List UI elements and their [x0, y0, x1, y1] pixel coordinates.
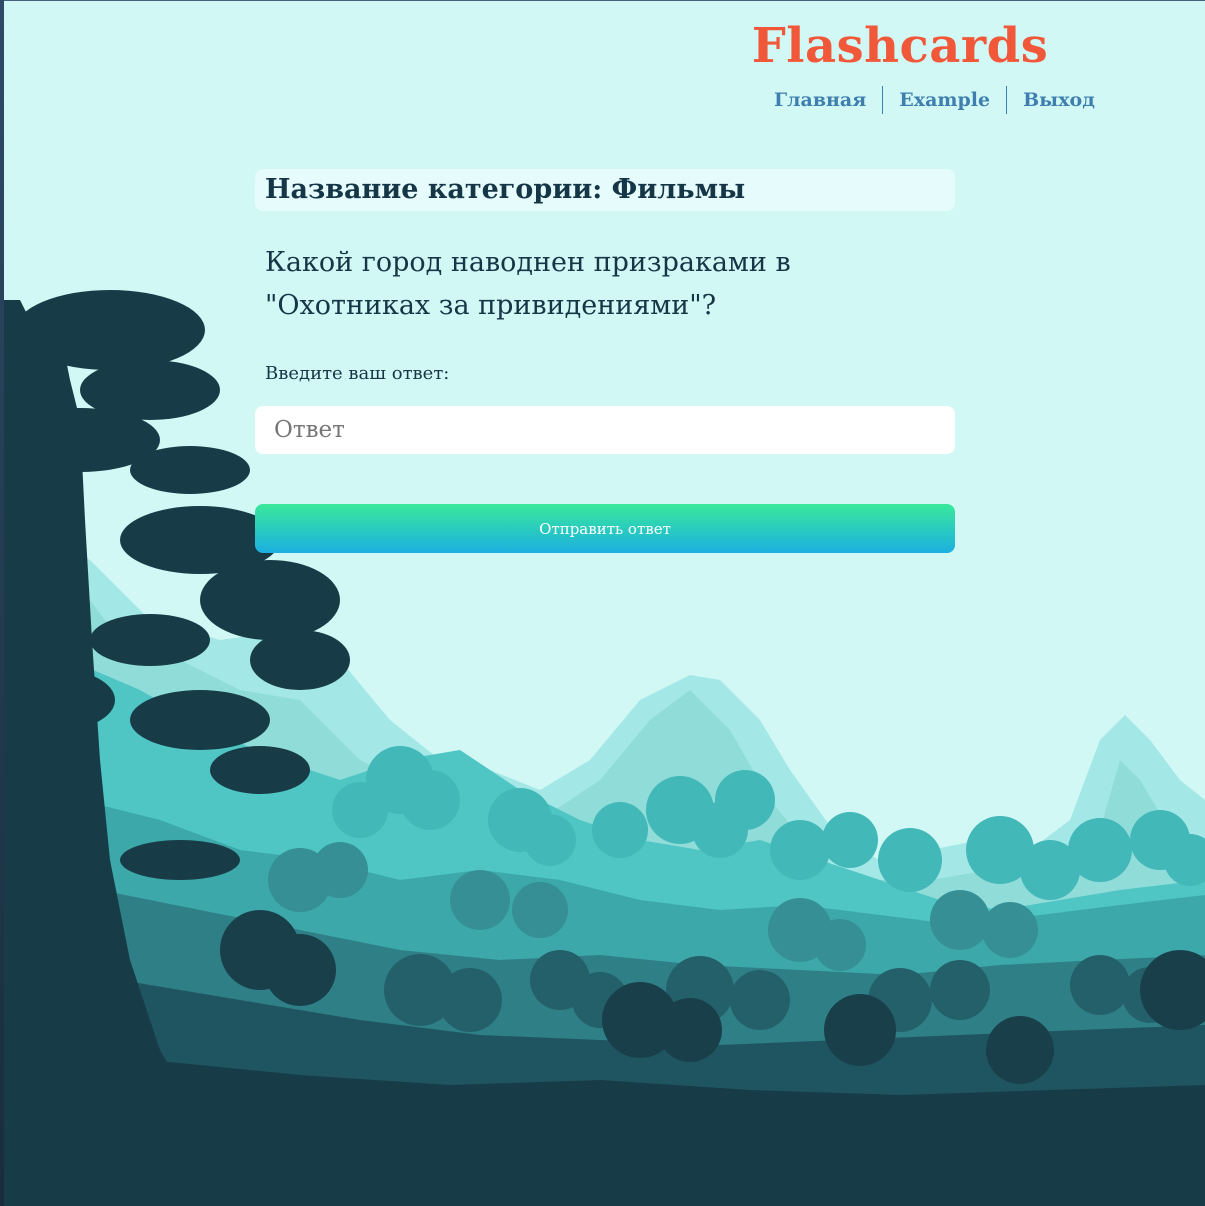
- submit-answer-button[interactable]: Отправить ответ: [255, 504, 955, 553]
- flashcard-form: Название категории: Фильмы Какой город н…: [255, 169, 955, 553]
- question-text: Какой город наводнен призраками в "Охотн…: [265, 247, 791, 321]
- window-left-border: [0, 0, 4, 1206]
- answer-label: Введите ваш ответ:: [265, 363, 450, 384]
- category-heading: Название категории: Фильмы: [255, 169, 955, 211]
- nav-link-logout[interactable]: Выход: [1007, 86, 1111, 114]
- nav-link-example[interactable]: Example: [883, 86, 1006, 114]
- nav-link-home[interactable]: Главная: [758, 86, 882, 114]
- answer-input[interactable]: [255, 406, 955, 454]
- main-nav: Главная Example Выход: [758, 86, 1111, 114]
- brand-title: Flashcards: [751, 18, 1049, 74]
